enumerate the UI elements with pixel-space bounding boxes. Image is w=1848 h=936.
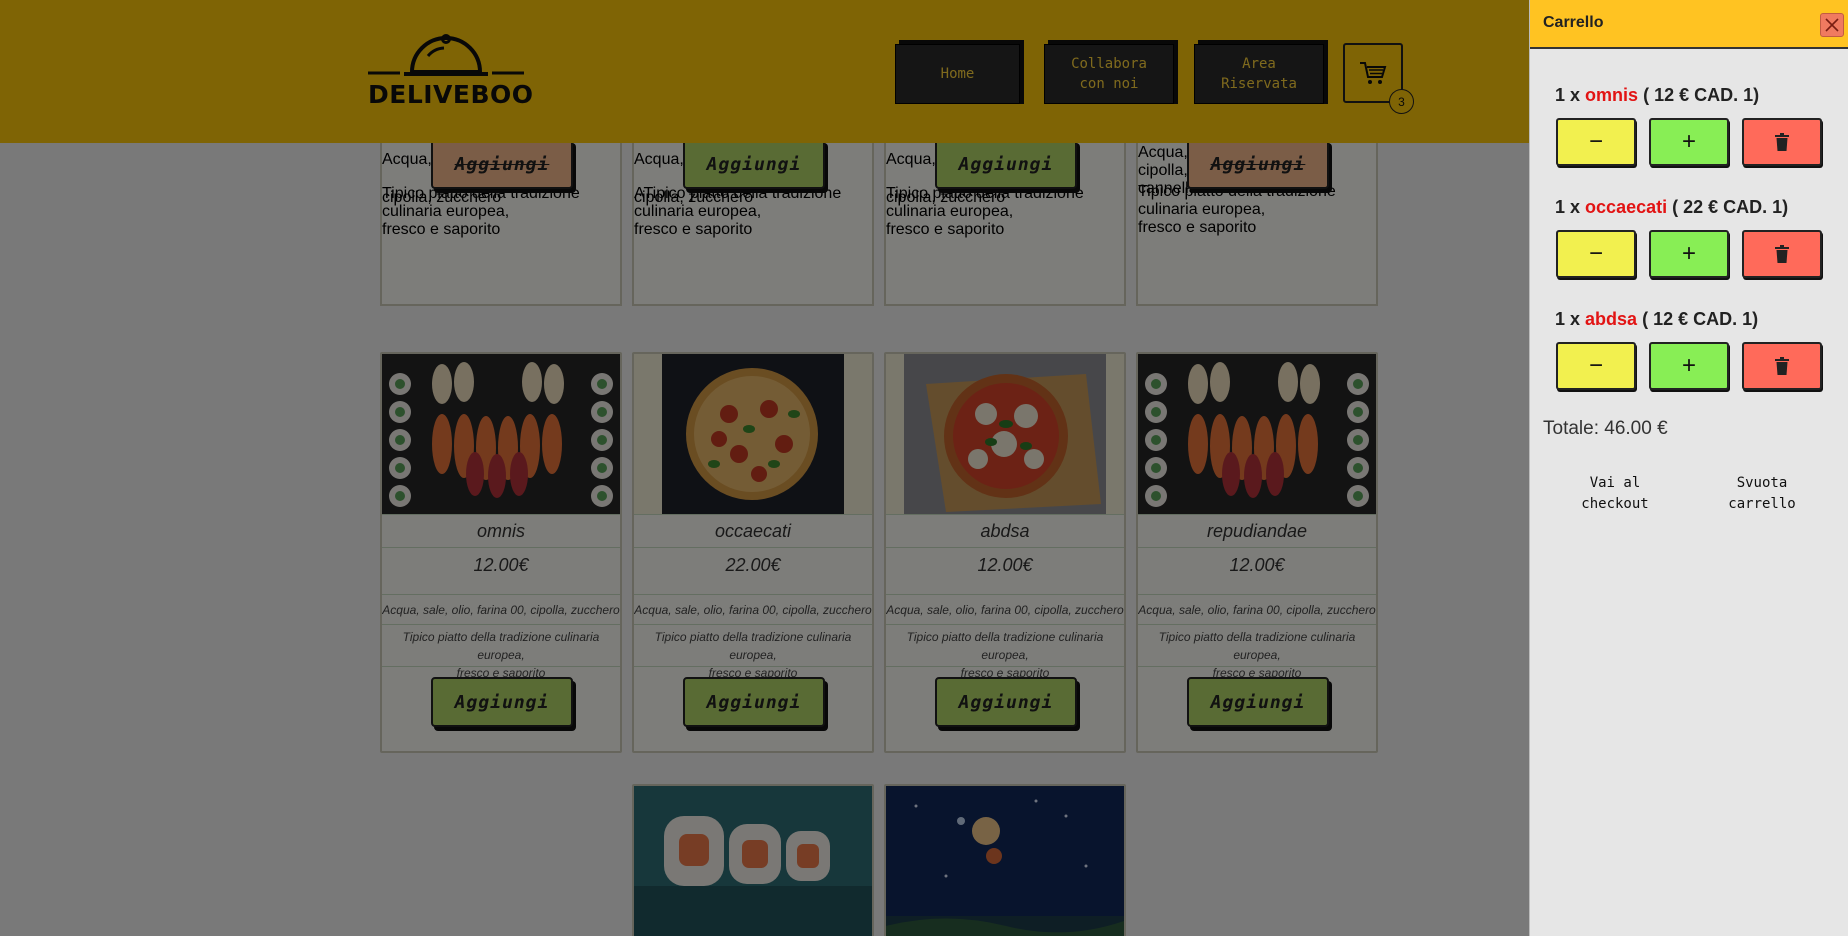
empty-cart-button[interactable]: Svuota carrello: [1702, 473, 1822, 515]
checkout-button[interactable]: Vai al checkout: [1555, 473, 1675, 515]
remove-item-button[interactable]: [1742, 342, 1822, 390]
cart-panel: Carrello 1 x omnis ( 12 € CAD. 1) − + 1 …: [1529, 0, 1848, 936]
cart-item-name: occaecati: [1585, 197, 1668, 217]
cart-item-qty: 1 x: [1555, 309, 1581, 329]
remove-item-button[interactable]: [1742, 118, 1822, 166]
checkout-label-1: Vai al: [1589, 475, 1641, 491]
cart-panel-header: Carrello: [1530, 0, 1848, 49]
decrease-qty-button[interactable]: −: [1556, 118, 1636, 166]
cart-item: 1 x abdsa ( 12 € CAD. 1): [1555, 309, 1758, 330]
close-cart-button[interactable]: [1820, 13, 1844, 37]
increase-qty-button[interactable]: +: [1649, 230, 1729, 278]
remove-item-button[interactable]: [1742, 230, 1822, 278]
cart-item-name: abdsa: [1585, 309, 1638, 329]
cart-item: 1 x omnis ( 12 € CAD. 1): [1555, 85, 1759, 106]
empty-cart-label-1: Svuota: [1736, 475, 1788, 491]
empty-cart-label-2: carrello: [1728, 496, 1796, 512]
cart-total: Totale: 46.00 €: [1543, 418, 1668, 439]
increase-qty-button[interactable]: +: [1649, 342, 1729, 390]
decrease-qty-button[interactable]: −: [1556, 230, 1636, 278]
cart-item-detail: ( 22 € CAD. 1): [1672, 197, 1789, 217]
cart-item-qty: 1 x: [1555, 85, 1581, 105]
cart-item-detail: ( 12 € CAD. 1): [1643, 85, 1760, 105]
cart-title: Carrello: [1543, 14, 1604, 31]
decrease-qty-button[interactable]: −: [1556, 342, 1636, 390]
trash-icon: [1775, 245, 1789, 263]
close-icon: [1825, 18, 1839, 32]
modal-backdrop[interactable]: [0, 0, 1529, 936]
cart-item-detail: ( 12 € CAD. 1): [1642, 309, 1759, 329]
checkout-label-2: checkout: [1581, 496, 1649, 512]
trash-icon: [1775, 357, 1789, 375]
increase-qty-button[interactable]: +: [1649, 118, 1729, 166]
cart-item-qty: 1 x: [1555, 197, 1581, 217]
cart-item-name: omnis: [1585, 85, 1639, 105]
cart-item: 1 x occaecati ( 22 € CAD. 1): [1555, 197, 1788, 218]
trash-icon: [1775, 133, 1789, 151]
